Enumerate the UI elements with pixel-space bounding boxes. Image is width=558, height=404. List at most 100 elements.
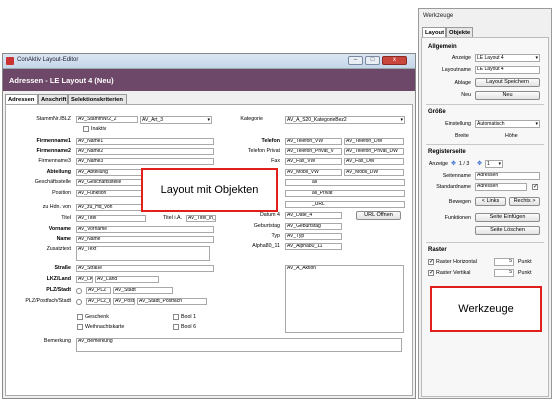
strasse-field[interactable]: AV_Straße [76,265,214,272]
firmenname2-field[interactable]: AV_Name2 [76,148,214,155]
aktion-field[interactable]: AV_A_Aktion [285,265,404,333]
standardname-checkbox[interactable] [532,183,538,190]
zusatztext-field[interactable]: AV_Text [76,246,210,261]
firmenname3-field[interactable]: AV_Name3 [76,158,214,165]
registerseite-heading: Registerseite [428,149,466,155]
telefon-dw-field[interactable]: AV_Telefon_DW [344,138,404,145]
stadtpf-field[interactable]: AV_Stadt_Postfach [137,298,207,305]
postfach-field[interactable]: AV_Postf [113,298,135,305]
allgemein-heading: Allgemein [428,44,457,50]
tab-anschrift[interactable]: Anschrift [38,94,68,104]
page-select[interactable]: 1 [485,160,503,168]
layout-canvas[interactable]: StammNr./BLZ AV_StammNr2_2 AV_Art_3 Inak… [5,104,413,396]
mobil-field[interactable]: AV_Mobil_VW [285,169,342,176]
bemerkung-field[interactable]: AV_Bemerkung [76,338,402,352]
inaktiv-checkbox[interactable] [83,126,89,132]
name-field[interactable]: AV_Name [76,236,214,243]
telefon-field[interactable]: AV_Telefon_VW [285,138,342,145]
raster-horizontal-label: Raster Horizontal [436,259,477,265]
raster-horizontal-checkbox[interactable] [428,258,434,265]
kategorie-select[interactable]: AV_A_S20_KategorieBez2 [285,116,405,124]
firmenname1-field[interactable]: AV_Name1 [76,138,214,145]
mail-privat-field[interactable]: ail_Privat [285,190,405,197]
datum4-field[interactable]: AV_Date_4 [285,212,342,219]
minimize-icon[interactable]: – [348,56,363,65]
geburtstag-field[interactable]: AV_Geburtstag [285,223,342,230]
arrow-left-icon[interactable]: ✥ [451,160,456,167]
bool6-label: Bool 6 [181,324,197,330]
alpha-field[interactable]: AV_Alpha80_11 [285,243,342,250]
page-counter: 1 / 3 [459,161,470,167]
plzstadt-radio[interactable] [76,288,82,294]
werkzeuge-title: Werkzeuge [423,13,454,19]
name-label: Name [56,236,71,242]
links-button[interactable]: < Links [475,197,506,206]
close-icon[interactable]: x [382,56,407,65]
plzpf-field[interactable]: AV_PLZ_P [86,298,111,305]
arrow-right-icon[interactable]: ✥ [477,160,482,167]
telefonprivat-dw-field[interactable]: AV_Telefon_Privat_DW [344,148,404,155]
firmenname1-label: Firmenname1 [36,138,71,144]
stammnr-label: StammNr./BLZ [36,116,71,122]
lkz-field[interactable]: AV_LK [76,276,93,283]
maximize-icon[interactable]: □ [365,56,380,65]
stammnr-field[interactable]: AV_StammNr2_2 [76,116,138,123]
seitenname-field[interactable]: Adressen [475,172,540,180]
mail-field[interactable]: ail [285,179,405,186]
plzpostfach-radio[interactable] [76,299,82,305]
land-field[interactable]: AV_Land [95,276,159,283]
einstellung-label: Einstellung [445,121,471,127]
layoutname-field[interactable]: LE Layout 4 [475,66,540,74]
anzeige-select[interactable]: LE Layout 4 [475,54,540,62]
reg-anzeige-label: Anzeige [428,161,448,167]
tab-selektionskriterien[interactable]: Selektionskriterien [68,94,127,104]
weihnachtskarte-checkbox[interactable] [77,324,83,330]
fax-field[interactable]: AV_Fax_VW [285,158,342,165]
raster-vertikal-field[interactable]: 5 [494,269,514,277]
bool6-checkbox[interactable] [173,324,179,330]
seite-einfuegen-button[interactable]: Seite Einfügen [475,213,540,222]
raster-horizontal-field[interactable]: 5 [494,258,514,266]
art-select[interactable]: AV_Art_3 [140,116,212,124]
layout-speichern-button[interactable]: Layout Speichern [475,78,540,87]
telefonprivat-field[interactable]: AV_Telefon_Privat_V [285,148,342,155]
tab-objekte[interactable]: Objekte [446,27,473,37]
titel-label: Titel [61,215,71,221]
bool1-checkbox[interactable] [173,314,179,320]
seite-loeschen-button[interactable]: Seite Löschen [475,226,540,235]
titel-field[interactable]: AV_Titel [76,215,146,222]
window-titlebar[interactable]: ConAktiv Layout-Editor – □ x [3,54,415,69]
abteilung-label: Abteilung [46,169,71,175]
url-field[interactable]: _URL [285,201,405,208]
plzstadt-label: PLZ/Stadt [46,287,71,293]
divider [426,242,544,243]
tab-layout[interactable]: Layout [422,27,446,37]
raster-vertikal-checkbox[interactable] [428,269,434,276]
raster-heading: Raster [428,247,447,253]
layout-header: Adressen - LE Layout 4 (Neu) [3,69,415,91]
mobil-dw-field[interactable]: AV_Mobil_DW [344,169,404,176]
werkzeuge-panel: Werkzeuge Layout Objekte Allgemein Anzei… [418,8,552,399]
typ-field[interactable]: AV_Typ [285,233,342,240]
geschenk-checkbox[interactable] [77,314,83,320]
ablage-label: Ablage [454,80,472,86]
url-oeffnen-button[interactable]: URL Öffnen [356,211,401,220]
titelia-field[interactable]: AV_Titel_in_A [186,215,216,222]
anzeige-label: Anzeige [451,55,471,61]
bool1-label: Bool 1 [181,314,197,320]
plz-field[interactable]: AV_PLZ [86,287,111,294]
rechts-button[interactable]: Rechts > [509,197,540,206]
tab-adressen[interactable]: Adressen [5,94,38,104]
telefon-label: Telefon [261,138,280,144]
stadt-field[interactable]: AV_Stadt [113,287,173,294]
datum4-label: Datum 4 [259,212,280,218]
geburtstag-label: Geburtstag [253,223,280,229]
funktionen-label: Funktionen [444,215,471,221]
standardname-field[interactable]: Adressen [475,183,527,191]
vorname-field[interactable]: AV_Vorname [76,226,214,233]
neu-dropdown[interactable]: Neu [475,91,540,100]
fax-dw-field[interactable]: AV_Fax_DW [344,158,404,165]
einstellung-select[interactable]: Automatisch [475,120,540,128]
layout-mit-objekten-callout: Layout mit Objekten [141,168,278,212]
zuhdn-label: zu Hdn. von [42,204,71,210]
